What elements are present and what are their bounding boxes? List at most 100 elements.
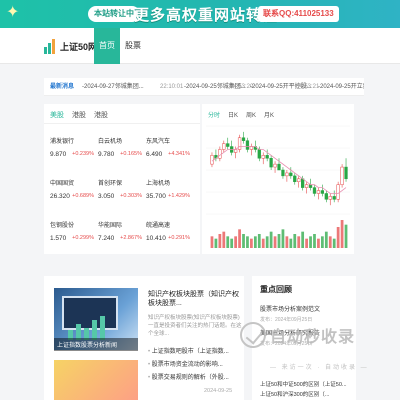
- watermark-subtext: — 来访一次 · 自动收录 —: [270, 365, 369, 371]
- stock-cell[interactable]: 华能国际 7.240 +2.867%: [98, 214, 146, 256]
- news-list: 上证指数吧股市（上证指数... 股票市场资金流动的影响... 股票交易规则的解析…: [148, 346, 242, 385]
- candle-body: [233, 149, 238, 153]
- volume-bar: [285, 236, 289, 248]
- chart-tabs: 分时 日K 周K 月K: [202, 104, 354, 122]
- market-panel: 美股 港股 港股 浦发银行 9.870 +0.239% 白云机场 9.780 +0.165…: [44, 104, 200, 254]
- secondary-thumbnail[interactable]: [54, 360, 138, 400]
- candle-body: [328, 196, 332, 200]
- ticker-item[interactable]: -2024-09-25开立集团...: [318, 78, 364, 95]
- news-date: 2024-09-25: [204, 388, 233, 394]
- candle-body: [344, 166, 348, 180]
- watermark-logo-icon: [240, 322, 266, 348]
- stock-name: 白云机场: [98, 139, 123, 145]
- ticker-time: 04:53:21: [296, 84, 320, 90]
- focus-list-item[interactable]: 上证50和沪深300的区别（...: [260, 390, 329, 398]
- candle-body: [226, 143, 230, 147]
- candle-body: [210, 155, 214, 165]
- stock-name: 上海机场: [146, 181, 171, 187]
- volume-bar: [328, 236, 332, 248]
- candle-body: [265, 155, 269, 159]
- candle-body: [297, 178, 301, 182]
- tab-intraday[interactable]: 分时: [208, 110, 220, 122]
- stock-cell[interactable]: 白云机场 9.780 +0.165%: [98, 130, 146, 172]
- candlestick-chart[interactable]: [206, 124, 350, 250]
- stock-cell[interactable]: 皖通高速 10.410 +0.291%: [146, 214, 194, 256]
- volume-bar: [340, 220, 344, 248]
- nav-item-stocks[interactable]: 股票: [120, 28, 146, 64]
- candle-body: [257, 149, 261, 159]
- monitor-image: [62, 296, 118, 330]
- volume-bar: [332, 238, 336, 248]
- volume-bar: [222, 231, 226, 248]
- candle-body: [281, 169, 285, 177]
- news-ticker: 最新消息 -2024-09-27邻城集团... 22:10:01 -2024-0…: [44, 78, 364, 96]
- tab-monthly-k[interactable]: 月K: [264, 110, 274, 122]
- ticker-item[interactable]: -2024-09-27邻城集团...: [82, 78, 144, 95]
- volume-bar: [210, 236, 214, 248]
- nav-item-home[interactable]: 首页: [94, 28, 120, 64]
- stock-cell[interactable]: 包钢股份 1.570 +0.299%: [50, 214, 98, 256]
- candle-body: [336, 184, 340, 200]
- volume-bar: [238, 229, 241, 248]
- stock-name: 东风汽车: [146, 139, 171, 145]
- banner-slogan: 更多高权重网站转让: [134, 7, 279, 24]
- stock-cell[interactable]: 东风汽车 6.490 +4.341%: [146, 130, 194, 172]
- focus-item-name[interactable]: 股票市场分析案例范文: [260, 304, 354, 313]
- stock-name: 中国国贸: [50, 181, 75, 187]
- stock-cell[interactable]: 首创环保 3.050 +0.303%: [98, 172, 146, 214]
- volume-bar: [309, 236, 312, 248]
- candle-body: [316, 190, 321, 194]
- volume-bar: [230, 238, 234, 248]
- focus-item[interactable]: 股票市场分析案例范文 发布：2024年09月25日: [260, 304, 354, 323]
- focus-list-item[interactable]: 上证50和中证500的区别（上证50...: [260, 380, 347, 388]
- candle-body: [273, 163, 277, 168]
- logo-bars-icon: [44, 38, 58, 54]
- focus-title: 重点回顾: [260, 285, 292, 294]
- watermark-text: 自动秒收录: [270, 329, 356, 346]
- sparkle-icon: ✦: [6, 4, 20, 21]
- stock-change: +0.303%: [120, 193, 142, 199]
- stock-name: 包钢股份: [50, 223, 75, 229]
- stock-grid: 浦发银行 9.870 +0.239% 白云机场 9.780 +0.165% 东风汽车 6.49…: [50, 130, 196, 256]
- stock-cell[interactable]: 中国国贸 26.320 +0.689%: [50, 172, 98, 214]
- stock-change: +0.165%: [120, 151, 142, 157]
- news-title[interactable]: 知识产权板块股票（知识产权板块股票...: [148, 290, 242, 308]
- news-list-item[interactable]: 股票交易规则的解析（外股...: [148, 372, 242, 385]
- candle-body: [308, 184, 313, 188]
- candle-body: [249, 146, 254, 150]
- candle-body: [289, 172, 293, 177]
- news-list-item[interactable]: 股票市场资金流动的影响...: [148, 359, 242, 372]
- tab-weekly-k[interactable]: 周K: [246, 110, 256, 122]
- stock-change: +0.291%: [168, 235, 190, 241]
- volume-bar: [253, 236, 257, 248]
- banner-contact[interactable]: 联系QQ:411025133: [258, 6, 339, 22]
- ticker-label: 最新消息: [50, 84, 75, 90]
- news-list-item[interactable]: 上证指数吧股市（上证指数...: [148, 346, 242, 359]
- ticker-time: 22:10:01: [160, 84, 184, 90]
- stock-change: +0.299%: [72, 235, 94, 241]
- tab-daily-k[interactable]: 日K: [228, 110, 238, 122]
- volume-bar: [293, 234, 297, 248]
- volume-bar: [289, 238, 293, 248]
- stock-cell[interactable]: 浦发银行 9.870 +0.239%: [50, 130, 98, 172]
- stock-price: 7.240: [98, 235, 115, 242]
- tab-hk-stocks[interactable]: 港股: [72, 110, 86, 123]
- volume-bar: [301, 231, 305, 248]
- stock-name: 首创环保: [98, 181, 123, 187]
- volume-bar: [257, 234, 261, 248]
- tab-us-stocks[interactable]: 美股: [50, 110, 64, 123]
- candle-body: [269, 158, 273, 168]
- market-tabs: 美股 港股 港股: [44, 104, 200, 124]
- stock-name: 浦发银行: [50, 139, 75, 145]
- volume-bar: [269, 231, 273, 248]
- stock-cell[interactable]: 上海机场 35.700 +1.429%: [146, 172, 194, 214]
- site-logo[interactable]: 上证50网: [44, 38, 97, 54]
- volume-bar: [261, 238, 265, 248]
- stock-name: 皖通高速: [146, 223, 171, 229]
- tab-hk-stocks-2[interactable]: 港股: [94, 110, 108, 123]
- news-desc: 知识产权板块股票(知识产权板块股票)一直是投资者们关注的热门话题。在这个全球..…: [148, 315, 242, 337]
- volume-bar: [277, 234, 281, 248]
- stock-change: +4.341%: [168, 151, 190, 157]
- promo-banner[interactable]: ✦ 本站转让中 更多高权重网站转让 联系QQ:411025133: [0, 0, 400, 28]
- thumbnail-caption[interactable]: 上证指数股票分析新闻: [54, 338, 138, 351]
